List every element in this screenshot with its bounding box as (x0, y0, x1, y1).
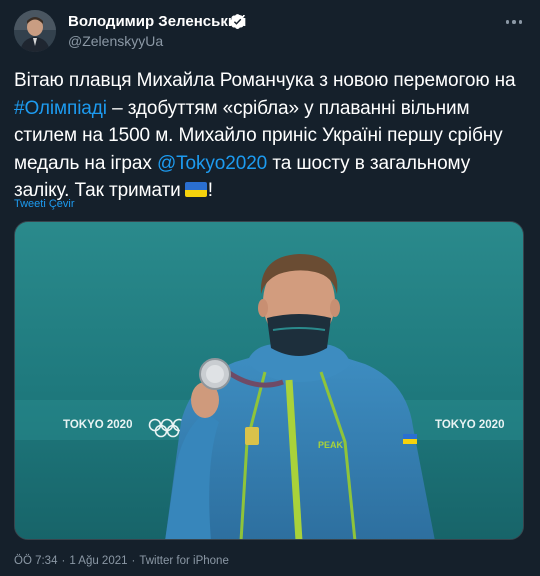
ukraine-flag-icon (184, 182, 207, 197)
tweet-date[interactable]: 1 Ağu 2021 (69, 555, 127, 567)
more-options-icon[interactable] (502, 12, 526, 32)
handle[interactable]: @ZelenskyyUa (68, 33, 163, 49)
meta-separator: · (61, 555, 66, 567)
tweet-card: Володимир Зеленський @ZelenskyyUa Вітаю … (0, 0, 540, 576)
tweet-time[interactable]: ÖÖ 7:34 (14, 555, 57, 567)
display-name[interactable]: Володимир Зеленський (68, 13, 246, 30)
tweet-source[interactable]: Twitter for iPhone (139, 555, 228, 567)
mention-link[interactable]: @Tokyo2020 (157, 153, 267, 174)
banner-right-text: TOKYO 2020 (435, 419, 504, 431)
tweet-text-part: Вітаю плавця Михайла Романчука з новою п… (14, 70, 516, 91)
tweet-meta: ÖÖ 7:34 · 1 Ağu 2021 · Twitter for iPhone (14, 555, 229, 567)
tweet-media-image[interactable]: TOKYO 2020 TOKYO 2020 PEAK (14, 221, 524, 540)
hashtag-link[interactable]: #Олімпіаді (14, 98, 107, 119)
meta-separator: · (131, 555, 136, 567)
tweet-text: Вітаю плавця Михайла Романчука з новою п… (14, 67, 526, 205)
avatar[interactable] (14, 10, 56, 52)
translate-link[interactable]: Tweeti Çevir (14, 198, 75, 210)
verified-badge-icon (230, 14, 245, 29)
jacket-brand-text: PEAK (318, 440, 344, 450)
tweet-text-part: ! (207, 180, 213, 201)
banner-left-text: TOKYO 2020 (63, 419, 132, 431)
